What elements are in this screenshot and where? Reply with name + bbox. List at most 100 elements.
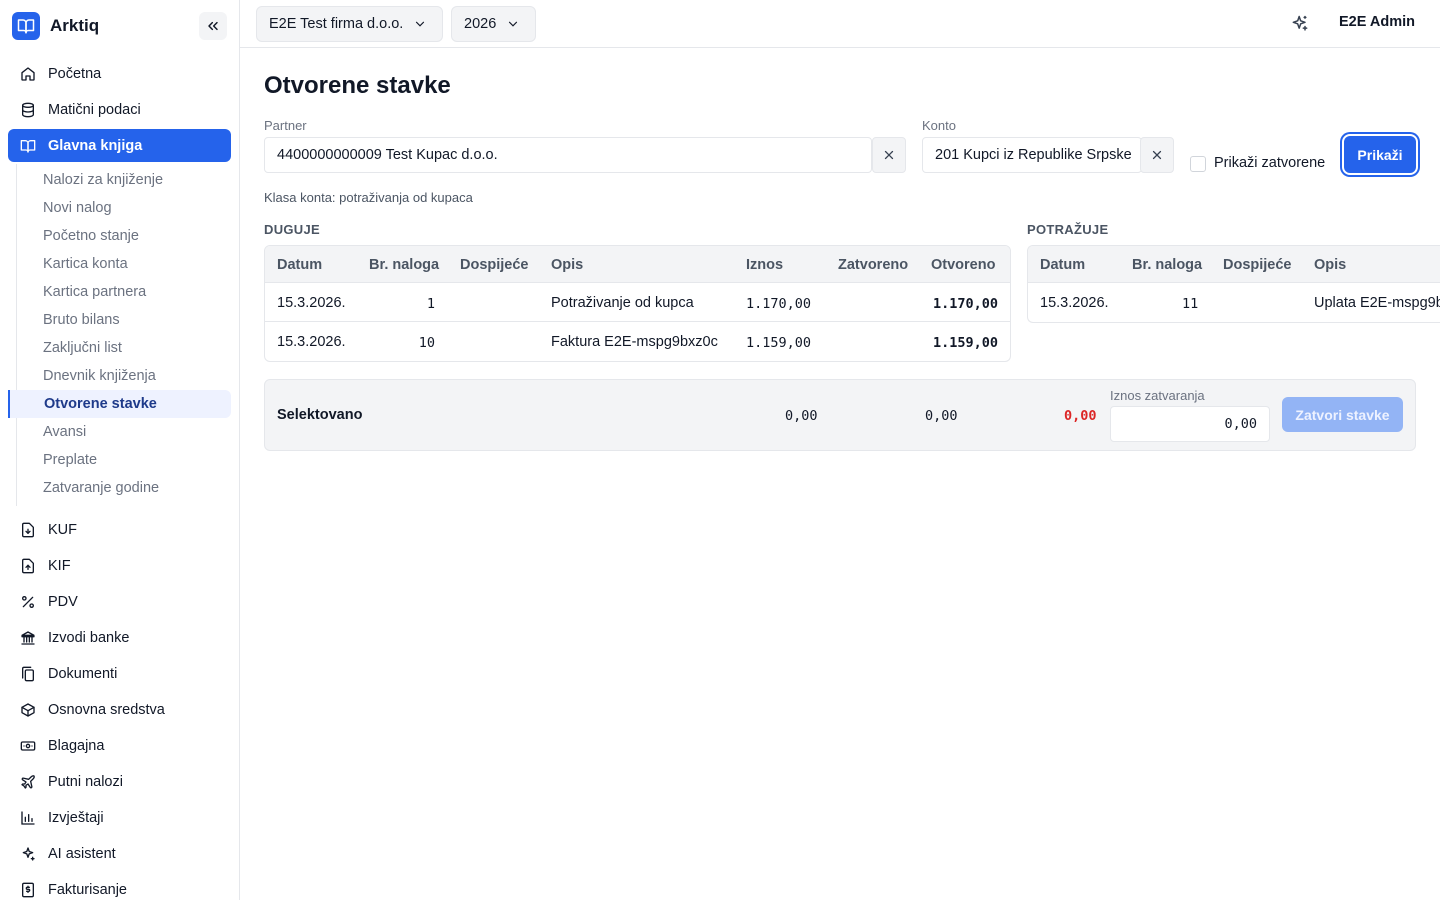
column-header[interactable]: Br. naloga bbox=[1132, 257, 1202, 273]
table-row[interactable]: 15.3.2026. 1 Potraživanje od kupca 1.170… bbox=[265, 283, 1010, 322]
sidebar-item-label: Izvještaji bbox=[48, 810, 104, 826]
database-icon bbox=[20, 102, 36, 118]
potrazuje-table-header: Datum Br. naloga Dospijeće Opis bbox=[1028, 246, 1440, 283]
table-row[interactable]: 15.3.2026. 11 Uplata E2E-mspg9b bbox=[1028, 283, 1440, 322]
column-header[interactable]: Iznos bbox=[746, 257, 783, 273]
cell-iznos: 1.170,00 bbox=[746, 296, 812, 312]
sidebar-item-izvjestaji[interactable]: Izvještaji bbox=[8, 800, 231, 836]
selection-summary: Selektovano 0,00 0,00 0,00 Iznos zatvara… bbox=[264, 379, 1416, 451]
sidebar-item-label: Putni nalozi bbox=[48, 774, 123, 790]
sidebar-item-glavna-knjiga[interactable]: Glavna knjiga bbox=[8, 129, 231, 162]
sidebar-item-blagajna[interactable]: Blagajna bbox=[8, 728, 231, 764]
show-button[interactable]: Prikaži bbox=[1344, 136, 1416, 173]
sidebar-item-label: Izvodi banke bbox=[48, 630, 130, 646]
column-header[interactable]: Datum bbox=[277, 257, 322, 273]
sidebar-subitem-kartica-partnera[interactable]: Kartica partnera bbox=[9, 278, 231, 306]
sidebar-item-pdv[interactable]: PDV bbox=[8, 584, 231, 620]
user-menu[interactable]: E2E Admin bbox=[1339, 14, 1415, 30]
ai-assistant-button[interactable] bbox=[1290, 14, 1310, 34]
partner-clear-button[interactable] bbox=[872, 137, 906, 173]
sidebar-item-maticni-podaci[interactable]: Matični podaci bbox=[8, 92, 231, 128]
sidebar-item-izvodi-banke[interactable]: Izvodi banke bbox=[8, 620, 231, 656]
column-header[interactable]: Dospijeće bbox=[460, 257, 529, 273]
table-row[interactable]: 15.3.2026. 10 Faktura E2E-mspg9bxz0c 1.1… bbox=[265, 322, 1010, 361]
selected-duguje-sum: 0,00 bbox=[785, 408, 818, 424]
sidebar-subitem-novi-nalog[interactable]: Novi nalog bbox=[9, 194, 231, 222]
chevrons-left-icon bbox=[208, 21, 218, 31]
close-amount-input[interactable] bbox=[1110, 406, 1270, 442]
partner-input[interactable]: 4400000000009 Test Kupac d.o.o. bbox=[264, 137, 872, 173]
sidebar-subitem-nalozi[interactable]: Nalozi za knjiženje bbox=[9, 166, 231, 194]
column-header[interactable]: Opis bbox=[1314, 257, 1346, 273]
sidebar-item-kif[interactable]: KIF bbox=[8, 548, 231, 584]
duguje-table: Datum Br. naloga Dospijeće Opis Iznos Za… bbox=[264, 245, 1011, 362]
sidebar-subitem-dnevnik[interactable]: Dnevnik knjiženja bbox=[9, 362, 231, 390]
column-header[interactable]: Opis bbox=[551, 257, 583, 273]
invoice-icon bbox=[20, 882, 36, 898]
sidebar-subitem-preplate[interactable]: Preplate bbox=[9, 446, 231, 474]
column-header[interactable]: Br. naloga bbox=[369, 257, 439, 273]
show-closed-checkbox[interactable] bbox=[1190, 156, 1206, 172]
potrazuje-table: Datum Br. naloga Dospijeće Opis 15.3.202… bbox=[1027, 245, 1440, 323]
show-closed-label[interactable]: Prikaži zatvorene bbox=[1214, 155, 1325, 171]
sidebar-subitem-pocetno-stanje[interactable]: Početno stanje bbox=[9, 222, 231, 250]
sidebar-item-dokumenti[interactable]: Dokumenti bbox=[8, 656, 231, 692]
app-name: Arktiq bbox=[50, 16, 100, 35]
column-header[interactable]: Zatvoreno bbox=[838, 257, 908, 273]
sidebar-subitem-otvorene-stavke[interactable]: Otvorene stavke bbox=[8, 390, 231, 418]
sidebar-item-label: Početna bbox=[48, 66, 102, 82]
sidebar-subitem-avansi[interactable]: Avansi bbox=[9, 418, 231, 446]
sparkle-icon bbox=[20, 846, 36, 862]
cell-br-naloga: 11 bbox=[1182, 296, 1199, 312]
sidebar-item-fakturisanje[interactable]: Fakturisanje bbox=[8, 872, 231, 900]
glavna-knjiga-submenu: Nalozi za knjiženje Novi nalog Početno s… bbox=[8, 164, 231, 506]
sidebar-subitem-zakljucni-list[interactable]: Zaključni list bbox=[9, 334, 231, 362]
plane-icon bbox=[20, 774, 36, 790]
sidebar-subitem-zatvaranje-godine[interactable]: Zatvaranje godine bbox=[9, 474, 231, 502]
sidebar-item-label: Osnovna sredstva bbox=[48, 702, 165, 718]
chevron-down-icon bbox=[416, 21, 425, 27]
cell-opis: Faktura E2E-mspg9bxz0c bbox=[551, 334, 718, 350]
sidebar-item-osnovna-sredstva[interactable]: Osnovna sredstva bbox=[8, 692, 231, 728]
konto-label: Konto bbox=[922, 118, 956, 133]
close-icon bbox=[1152, 150, 1162, 160]
duguje-table-header: Datum Br. naloga Dospijeće Opis Iznos Za… bbox=[265, 246, 1010, 283]
konto-input[interactable]: 201 Kupci iz Republike Srpske bbox=[922, 137, 1142, 173]
duguje-title: DUGUJE bbox=[264, 222, 320, 237]
sidebar-item-label: Matični podaci bbox=[48, 102, 141, 118]
topbar: E2E Test firma d.o.o. 2026 E2E Admin bbox=[240, 0, 1440, 48]
file-upload-icon bbox=[20, 558, 36, 574]
sidebar-item-putni-nalozi[interactable]: Putni nalozi bbox=[8, 764, 231, 800]
bank-icon bbox=[20, 630, 36, 646]
potrazuje-title: POTRAŽUJE bbox=[1027, 222, 1109, 237]
konto-clear-button[interactable] bbox=[1140, 137, 1174, 173]
sparkle-icon bbox=[1292, 15, 1308, 31]
selected-difference: 0,00 bbox=[1064, 408, 1097, 424]
column-header[interactable]: Otvoreno bbox=[931, 257, 995, 273]
sidebar-item-label: Blagajna bbox=[48, 738, 105, 754]
sidebar-item-label: KUF bbox=[48, 522, 77, 538]
brand[interactable]: Arktiq bbox=[12, 12, 99, 40]
sidebar-item-ai-asistent[interactable]: AI asistent bbox=[8, 836, 231, 872]
sidebar-item-label: PDV bbox=[48, 594, 78, 610]
sidebar-item-label: Dokumenti bbox=[48, 666, 118, 682]
account-class-hint: Klasa konta: potraživanja od kupaca bbox=[264, 190, 473, 205]
year-select[interactable]: 2026 bbox=[451, 6, 536, 42]
selected-potrazuje-sum: 0,00 bbox=[925, 408, 958, 424]
sidebar-subitem-kartica-konta[interactable]: Kartica konta bbox=[9, 250, 231, 278]
close-icon bbox=[884, 150, 894, 160]
company-select[interactable]: E2E Test firma d.o.o. bbox=[256, 6, 443, 42]
column-header[interactable]: Dospijeće bbox=[1223, 257, 1292, 273]
cell-opis: Potraživanje od kupca bbox=[551, 295, 694, 311]
close-items-button[interactable]: Zatvori stavke bbox=[1282, 397, 1403, 432]
column-header[interactable]: Datum bbox=[1040, 257, 1085, 273]
documents-icon bbox=[20, 666, 36, 682]
sidebar-item-pocetna[interactable]: Početna bbox=[8, 56, 231, 92]
collapse-sidebar-button[interactable] bbox=[199, 12, 227, 40]
year-value: 2026 bbox=[464, 16, 497, 32]
cell-datum: 15.3.2026. bbox=[277, 295, 346, 311]
sidebar-subitem-bruto-bilans[interactable]: Bruto bilans bbox=[9, 306, 231, 334]
cell-opis: Uplata E2E-mspg9b bbox=[1314, 295, 1440, 311]
sidebar-item-kuf[interactable]: KUF bbox=[8, 512, 231, 548]
cell-datum: 15.3.2026. bbox=[1040, 295, 1109, 311]
